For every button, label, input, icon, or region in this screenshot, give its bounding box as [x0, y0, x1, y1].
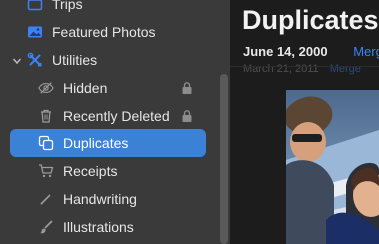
duplicate-group-header: March 21, 2011 Merge: [243, 63, 361, 75]
page-title: Duplicates: [242, 5, 379, 35]
sidebar-item-label: Duplicates: [63, 135, 129, 151]
group-date: March 21, 2011: [243, 63, 319, 75]
sidebar-item-label: Utilities: [52, 52, 98, 68]
eye-slash-icon: [38, 80, 54, 96]
photo-thumbnail[interactable]: [286, 90, 379, 244]
sidebar-item-label: Trips: [52, 0, 83, 12]
sidebar-scrollbar[interactable]: [220, 74, 228, 244]
tools-icon: [27, 52, 43, 68]
cart-icon: [38, 163, 54, 179]
sidebar-item-duplicates[interactable]: Duplicates: [0, 129, 230, 157]
lock-icon: [182, 110, 192, 122]
photo-icon: [27, 24, 43, 40]
sidebar-item-label: Hidden: [63, 80, 108, 96]
duplicate-group-header: June 14, 2000 Merge: [243, 44, 379, 59]
sidebar-item-label: Recently Deleted: [63, 108, 170, 124]
sidebar-item-featured-photos[interactable]: Featured Photos: [0, 18, 230, 46]
suitcase-icon: [27, 0, 43, 12]
sidebar-item-trips[interactable]: Trips: [0, 0, 230, 18]
sidebar: Trips Featured Photos Utilities Hidden R…: [0, 0, 230, 244]
sidebar-item-recently-deleted[interactable]: Recently Deleted: [0, 102, 230, 130]
trash-icon: [38, 108, 54, 124]
sidebar-item-handwriting[interactable]: Handwriting: [0, 185, 230, 213]
sidebar-item-label: Illustrations: [63, 219, 134, 235]
sidebar-item-label: Receipts: [63, 163, 118, 179]
sidebar-item-label: Featured Photos: [52, 24, 156, 40]
merge-button[interactable]: Merge: [330, 63, 361, 75]
sidebar-item-hidden[interactable]: Hidden: [0, 74, 230, 102]
photo-image: [286, 90, 379, 244]
duplicate-icon: [38, 135, 54, 151]
group-date: June 14, 2000: [243, 44, 328, 59]
divider: [230, 66, 379, 67]
main-content: Duplicates June 14, 2000 Merge March 21,…: [230, 0, 379, 244]
sidebar-item-receipts[interactable]: Receipts: [0, 157, 230, 185]
sidebar-item-utilities[interactable]: Utilities: [0, 46, 230, 74]
sidebar-item-label: Handwriting: [63, 191, 137, 207]
brush-icon: [38, 219, 54, 235]
merge-button[interactable]: Merge: [353, 44, 379, 59]
pencil-icon: [38, 191, 54, 207]
sidebar-item-illustrations[interactable]: Illustrations: [0, 213, 230, 241]
lock-icon: [182, 82, 192, 94]
